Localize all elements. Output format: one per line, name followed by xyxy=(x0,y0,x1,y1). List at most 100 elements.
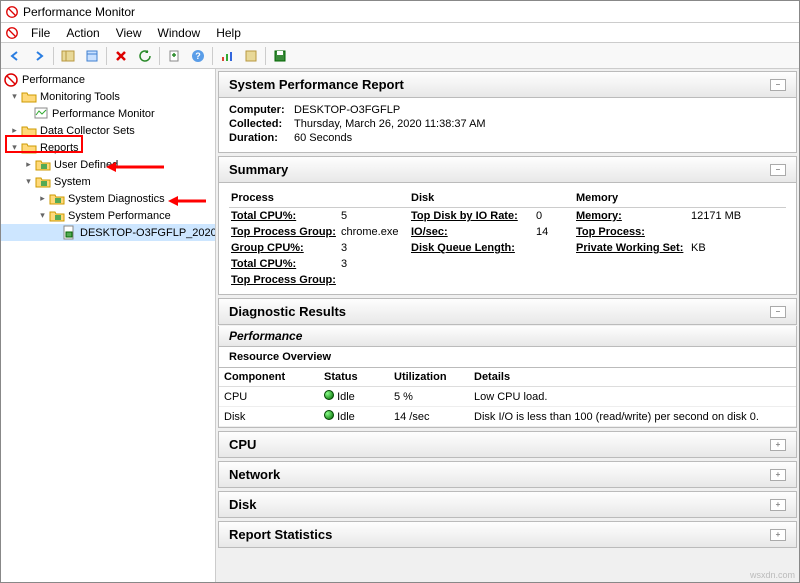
tree-data-collector-sets[interactable]: ▸ Data Collector Sets xyxy=(1,122,215,139)
collapse-toggle-icon[interactable]: – xyxy=(770,306,786,318)
tree-system-diagnostics[interactable]: ▸ System Diagnostics xyxy=(1,190,215,207)
diagnostic-header[interactable]: Diagnostic Results – xyxy=(218,298,797,325)
tree-reports[interactable]: ▾ Reports xyxy=(1,139,215,156)
menu-action[interactable]: Action xyxy=(58,24,107,42)
tree-system-performance[interactable]: ▾ System Performance xyxy=(1,207,215,224)
private-ws-label: Private Working Set: xyxy=(574,240,689,256)
properties-button[interactable] xyxy=(81,45,103,67)
meta-computer-value: DESKTOP-O3FGFLP xyxy=(294,104,786,116)
report-title: System Performance Report xyxy=(229,77,404,92)
report-stats-header[interactable]: Report Statistics + xyxy=(218,521,797,548)
tree-label: User Defined xyxy=(54,159,118,171)
table-button[interactable] xyxy=(240,45,262,67)
collapse-toggle-icon[interactable]: – xyxy=(770,164,786,176)
collapse-icon[interactable]: ▾ xyxy=(9,142,20,153)
tree-label: System xyxy=(54,176,91,188)
col-status: Status xyxy=(319,368,389,387)
collapse-icon[interactable]: ▾ xyxy=(37,210,48,221)
expand-icon[interactable]: ▸ xyxy=(9,125,20,136)
report-folder-icon xyxy=(49,208,65,224)
performance-label: Performance xyxy=(229,329,302,343)
tree-selected-report[interactable]: DESKTOP-O3FGFLP_20200326 xyxy=(1,224,215,241)
report-folder-icon xyxy=(35,174,51,190)
io-sec-value: 14 xyxy=(534,224,574,240)
monitor-icon xyxy=(33,106,49,122)
collapse-icon[interactable]: ▾ xyxy=(23,176,34,187)
cell-details: Disk I/O is less than 100 (read/write) p… xyxy=(469,407,796,427)
help-button[interactable]: ? xyxy=(187,45,209,67)
tree-system[interactable]: ▾ System xyxy=(1,173,215,190)
menubar: File Action View Window Help xyxy=(1,23,799,43)
delete-button[interactable] xyxy=(110,45,132,67)
chart-button[interactable] xyxy=(216,45,238,67)
refresh-button[interactable] xyxy=(134,45,156,67)
cell-component: Disk xyxy=(219,407,319,427)
top-process-group2-label: Top Process Group: xyxy=(229,272,339,288)
report-pane[interactable]: System Performance Report – Computer: DE… xyxy=(216,69,799,582)
summary-body: Process Disk Memory Total CPU%: 5 Top Di… xyxy=(218,183,797,295)
separator xyxy=(106,47,107,65)
disk-queue-label: Disk Queue Length: xyxy=(409,240,534,256)
col-memory: Memory xyxy=(574,189,786,208)
expand-toggle-icon[interactable]: + xyxy=(770,529,786,541)
top-process-group-label: Top Process Group: xyxy=(229,224,339,240)
export-button[interactable] xyxy=(163,45,185,67)
tree-label: System Performance xyxy=(68,210,171,222)
overview-row-cpu: CPU Idle 5 % Low CPU load. xyxy=(219,387,796,407)
report-meta: Computer: DESKTOP-O3FGFLP Collected: Thu… xyxy=(218,98,797,153)
tree-user-defined[interactable]: ▸ User Defined xyxy=(1,156,215,173)
menu-view[interactable]: View xyxy=(108,24,150,42)
memory-value: 12171 MB xyxy=(689,208,786,225)
svg-text:?: ? xyxy=(195,51,201,61)
status-green-icon xyxy=(324,410,334,420)
tree-root[interactable]: Performance xyxy=(1,71,215,88)
meta-collected-value: Thursday, March 26, 2020 11:38:37 AM xyxy=(294,118,786,130)
back-button[interactable] xyxy=(4,45,26,67)
separator xyxy=(265,47,266,65)
expand-icon[interactable]: ▸ xyxy=(37,193,48,204)
group-cpu-value: 3 xyxy=(339,240,409,256)
performance-icon xyxy=(3,72,19,88)
menu-file[interactable]: File xyxy=(23,24,58,42)
app-icon xyxy=(5,5,19,19)
forward-button[interactable] xyxy=(28,45,50,67)
col-component: Component xyxy=(219,368,319,387)
collapse-toggle-icon[interactable]: – xyxy=(770,79,786,91)
menu-window[interactable]: Window xyxy=(150,24,209,42)
disk-section-header[interactable]: Disk + xyxy=(218,491,797,518)
cell-utilization: 5 % xyxy=(389,387,469,407)
group-cpu-label: Group CPU%: xyxy=(229,240,339,256)
expand-toggle-icon[interactable]: + xyxy=(770,499,786,511)
expand-toggle-icon[interactable]: + xyxy=(770,469,786,481)
report-title-header[interactable]: System Performance Report – xyxy=(218,71,797,98)
folder-icon xyxy=(21,89,37,105)
meta-duration-label: Duration: xyxy=(229,132,294,144)
overview-row-disk: Disk Idle 14 /sec Disk I/O is less than … xyxy=(219,407,796,427)
io-sec-label: IO/sec: xyxy=(409,224,534,240)
save-button[interactable] xyxy=(269,45,291,67)
col-disk: Disk xyxy=(409,189,574,208)
menu-help[interactable]: Help xyxy=(208,24,249,42)
toolbar: ? xyxy=(1,43,799,69)
expand-toggle-icon[interactable]: + xyxy=(770,439,786,451)
meta-computer-label: Computer: xyxy=(229,104,294,116)
show-hide-button[interactable] xyxy=(57,45,79,67)
watermark: wsxdn.com xyxy=(750,570,795,580)
network-section-header[interactable]: Network + xyxy=(218,461,797,488)
network-section-title: Network xyxy=(229,467,280,482)
tree-label: Performance Monitor xyxy=(52,108,155,120)
tree-performance-monitor[interactable]: Performance Monitor xyxy=(1,105,215,122)
total-cpu2-label: Total CPU%: xyxy=(229,256,339,272)
cell-component: CPU xyxy=(219,387,319,407)
cpu-section-header[interactable]: CPU + xyxy=(218,431,797,458)
summary-title: Summary xyxy=(229,162,288,177)
titlebar: Performance Monitor xyxy=(1,1,799,23)
separator xyxy=(212,47,213,65)
summary-header[interactable]: Summary – xyxy=(218,156,797,183)
expand-icon[interactable]: ▸ xyxy=(23,159,34,170)
collapse-icon[interactable]: ▾ xyxy=(9,91,20,102)
performance-subheader[interactable]: Performance xyxy=(218,326,797,347)
cell-details: Low CPU load. xyxy=(469,387,796,407)
col-process: Process xyxy=(229,189,409,208)
tree-monitoring-tools[interactable]: ▾ Monitoring Tools xyxy=(1,88,215,105)
